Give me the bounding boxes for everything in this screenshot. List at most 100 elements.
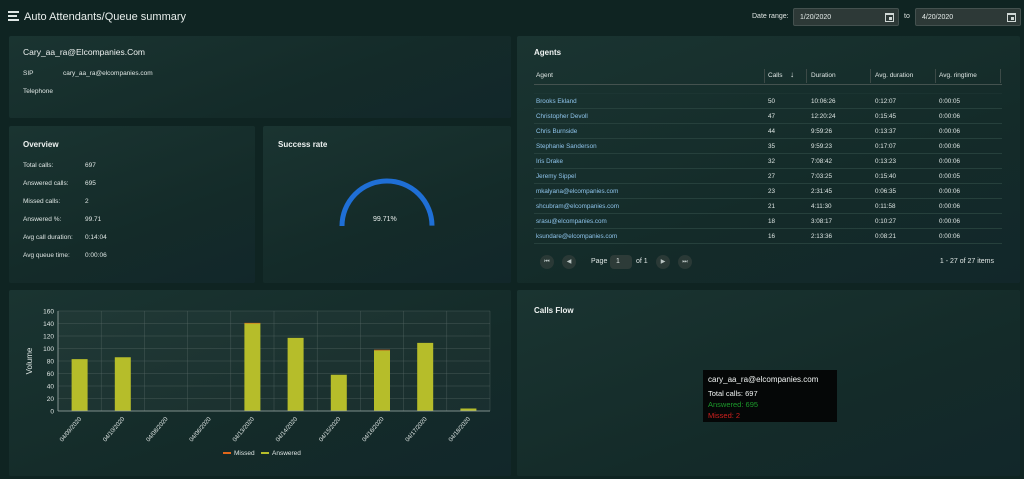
volume-chart: 0 20 40 60 80 100 120 140 160 04/09/2020 04/10/202…	[25, 309, 491, 457]
y-tick-label: 120	[43, 334, 54, 341]
calendar-icon[interactable]	[885, 13, 894, 22]
identity-title: Cary_aa_ra@Elcompanies.Com	[23, 47, 146, 57]
bar-answered	[114, 357, 131, 411]
table-row[interactable]: Chris Burnside 44 9:59:26 0:13:37 0:00:06	[534, 124, 1002, 139]
x-tick-label: 04/16/2020	[362, 416, 386, 443]
y-tick-label: 140	[43, 321, 54, 328]
agent-duration: 9:59:23	[811, 143, 833, 150]
page-of-label: of 1	[636, 258, 648, 265]
agent-calls: 44	[768, 128, 776, 135]
agent-calls: 16	[768, 233, 776, 240]
to-date-input[interactable]: 4/20/2020	[915, 8, 1021, 26]
agent-duration: 12:20:24	[811, 113, 836, 120]
table-row[interactable]: shcubram@elcompanies.com 21 4:11:30 0:11:58…	[534, 199, 1002, 214]
x-tick-label: 04/06/2020	[189, 416, 213, 443]
agent-avg-duration: 0:15:45	[875, 113, 897, 120]
agent-avg-duration: 0:12:07	[875, 98, 897, 105]
overview-label: Missed calls:	[23, 198, 61, 205]
column-header-agent[interactable]: Agent	[536, 72, 553, 79]
y-tick-label: 20	[47, 396, 55, 403]
from-date-value: 1/20/2020	[800, 14, 832, 21]
to-date-value: 4/20/2020	[922, 14, 954, 21]
table-row[interactable]: mkalyana@elcompanies.com 23 2:31:45 0:06:35…	[534, 184, 1002, 199]
table-row[interactable]: Stephanie Sanderson 35 9:59:23 0:17:07 0:00:…	[534, 139, 1002, 154]
top-bar: Auto Attendants/Queue summary Date range…	[0, 0, 1024, 36]
table-row[interactable]: Iris Drake 32 7:08:42 0:13:23 0:00:06	[534, 154, 1002, 169]
agents-table-body[interactable]: Brooks Ekland 50 10:06:26 0:12:07 0:00:05 Ch…	[534, 85, 1002, 244]
overview-title: Overview	[23, 140, 59, 149]
legend-label: Answered	[272, 450, 301, 457]
agent-avg-ringtime: 0:00:06	[939, 143, 961, 150]
success-rate-panel: Success rate 99.71%	[263, 126, 511, 283]
x-tick-label: 04/08/2020	[146, 416, 170, 443]
agent-calls: 32	[768, 158, 776, 165]
table-row[interactable]: ksundare@elcompanies.com 16 2:13:36 0:08:21…	[534, 229, 1002, 244]
agent-duration: 9:59:26	[811, 128, 833, 135]
agent-avg-ringtime: 0:00:06	[939, 188, 961, 195]
agent-avg-duration: 0:17:07	[875, 143, 897, 150]
agent-name[interactable]: Stephanie Sanderson	[536, 143, 597, 150]
agents-pager: ⏮ ◀ Page 1 of 1 ▶ ⏭ 1 - 27 of 27 items	[540, 255, 1000, 269]
agent-calls: 23	[768, 188, 776, 195]
agent-avg-duration: 0:11:58	[875, 203, 896, 210]
column-header-avg-ringtime[interactable]: Avg. ringtime	[939, 72, 977, 79]
bar-answered	[374, 350, 390, 411]
x-tick-label: 04/18/2020	[448, 416, 472, 443]
agent-avg-ringtime: 0:00:05	[939, 98, 961, 105]
x-tick-label: 04/17/2020	[405, 416, 429, 443]
bar-answered	[330, 374, 347, 411]
agent-duration: 10:06:26	[811, 98, 836, 105]
agent-name[interactable]: Jeremy Sippel	[536, 173, 576, 180]
agent-name[interactable]: Iris Drake	[536, 158, 563, 165]
overview-value: 0:14:04	[85, 234, 107, 241]
agent-name[interactable]: Brooks Ekland	[536, 98, 577, 105]
calendar-icon[interactable]	[1007, 13, 1016, 22]
overview-label: Total calls:	[23, 162, 54, 169]
agent-name[interactable]: srasu@elcompanies.com	[536, 218, 607, 225]
table-row[interactable]: srasu@elcompanies.com 18 3:08:17 0:10:27 0:0…	[534, 214, 1002, 229]
agent-name[interactable]: Chris Burnside	[536, 128, 577, 135]
y-tick-label: 40	[47, 384, 55, 391]
table-row[interactable]: Jeremy Sippel 27 7:03:25 0:15:40 0:00:05	[534, 169, 1002, 184]
table-row[interactable]: Christopher Devoll 47 12:20:24 0:15:45 0:00:…	[534, 109, 1002, 124]
column-header-calls[interactable]: Calls	[768, 72, 782, 79]
bar-answered	[417, 342, 434, 411]
last-page-button[interactable]: ⏭	[678, 255, 692, 269]
agent-duration: 2:13:36	[811, 233, 833, 240]
bar-answered	[244, 323, 261, 411]
items-count: 1 - 27 of 27 items	[939, 258, 994, 265]
sort-down-icon[interactable]: ↓	[790, 70, 794, 79]
agent-name[interactable]: ksundare@elcompanies.com	[536, 233, 617, 240]
tooltip-title: cary_aa_ra@elcompanies.com	[708, 375, 819, 384]
calls-flow-title: Calls Flow	[534, 306, 574, 315]
tooltip-missed: Missed: 2	[708, 411, 741, 420]
agents-table-header: Agent Calls ↓ Duration Avg. duration Avg…	[534, 67, 1002, 85]
prev-page-button[interactable]: ◀	[562, 255, 576, 269]
from-date-input[interactable]: 1/20/2020	[793, 8, 899, 26]
agent-name[interactable]: shcubram@elcompanies.com	[536, 203, 619, 210]
calls-flow-tooltip: cary_aa_ra@elcompanies.com Total calls: …	[703, 370, 837, 422]
column-header-avg-duration[interactable]: Avg. duration	[875, 72, 913, 79]
bar-answered	[71, 359, 88, 411]
agent-avg-duration: 0:06:35	[875, 188, 897, 195]
agent-avg-ringtime: 0:00:06	[939, 203, 961, 210]
page-title: Auto Attendants/Queue summary	[24, 11, 187, 23]
agent-calls: 47	[768, 113, 776, 120]
agent-avg-ringtime: 0:00:06	[939, 233, 961, 240]
agent-name[interactable]: Christopher Devoll	[536, 113, 588, 120]
x-tick-label: 04/14/2020	[275, 416, 299, 443]
bar-missed	[244, 322, 261, 324]
first-page-button[interactable]: ⏮	[540, 255, 554, 269]
column-header-duration[interactable]: Duration	[811, 72, 836, 79]
page-input[interactable]: 1	[610, 255, 632, 269]
y-axis-label: Volume	[25, 347, 34, 374]
telephone-label: Telephone	[23, 88, 53, 95]
next-page-button[interactable]: ▶	[656, 255, 670, 269]
menu-icon[interactable]	[8, 11, 19, 22]
overview-value: 2	[85, 198, 89, 205]
agent-name[interactable]: mkalyana@elcompanies.com	[536, 188, 618, 195]
sip-value: cary_aa_ra@elcompanies.com	[63, 70, 153, 77]
table-row[interactable]: Brooks Ekland 50 10:06:26 0:12:07 0:00:05	[534, 94, 1002, 109]
overview-label: Answered %:	[23, 216, 62, 223]
agent-avg-duration: 0:13:23	[875, 158, 897, 165]
